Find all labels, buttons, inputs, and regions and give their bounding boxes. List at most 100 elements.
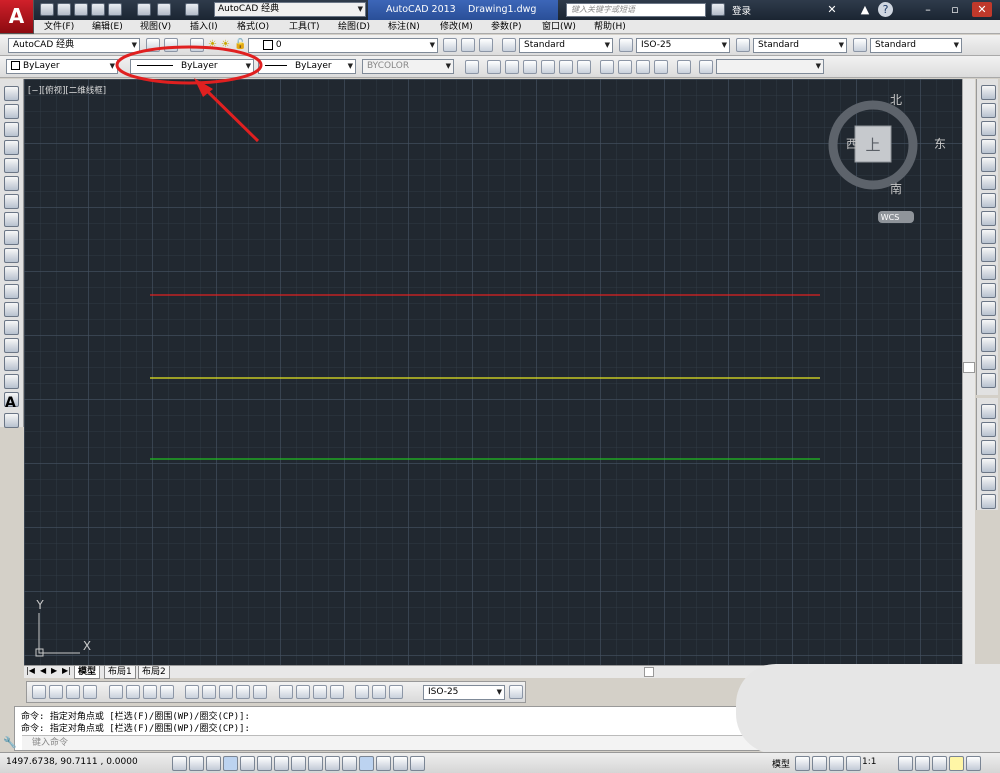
tab-model[interactable]: 模型 [74, 666, 101, 679]
lineweight-toggle-icon[interactable] [342, 756, 357, 771]
quick-view-layouts-icon[interactable] [795, 756, 810, 771]
radius-dim-icon[interactable] [109, 685, 123, 699]
make-block-icon[interactable] [4, 302, 19, 317]
object-snap-tracking-icon[interactable] [291, 756, 306, 771]
wrench-icon[interactable]: 🔧 [3, 736, 17, 749]
circle-icon[interactable] [4, 194, 19, 209]
dim-update-icon[interactable] [389, 685, 403, 699]
gradient-icon[interactable] [4, 356, 19, 371]
snap-mode-icon[interactable] [189, 756, 204, 771]
fillet-icon[interactable] [981, 355, 996, 370]
tab-layout2[interactable]: 布局2 [138, 666, 170, 679]
dim-style-manager-icon[interactable] [509, 685, 523, 699]
quick-properties-icon[interactable] [376, 756, 391, 771]
join-icon[interactable] [981, 319, 996, 334]
send-under-icon[interactable] [981, 458, 996, 473]
copy-icon[interactable] [981, 103, 996, 118]
mirror-icon[interactable] [981, 121, 996, 136]
isolate-objects-icon[interactable] [949, 756, 964, 771]
grid-display-icon[interactable] [206, 756, 221, 771]
tab-nav-last-icon[interactable]: ▶| [62, 666, 71, 675]
3d-object-snap-icon[interactable] [274, 756, 289, 771]
extend-icon[interactable] [981, 265, 996, 280]
bring-above-icon[interactable] [981, 440, 996, 455]
hatch-icon[interactable] [4, 338, 19, 353]
model-space-label[interactable]: 模型 [772, 757, 790, 770]
vertical-scroll-thumb[interactable] [963, 362, 975, 373]
ordinate-dim-icon[interactable] [83, 685, 97, 699]
tab-nav-next-icon[interactable]: ▶ [51, 666, 57, 675]
viewcube-south[interactable]: 南 [890, 181, 902, 196]
annotation-monitor-icon[interactable] [410, 756, 425, 771]
vertical-scrollbar[interactable] [962, 79, 975, 665]
array-icon[interactable] [981, 157, 996, 172]
polar-tracking-icon[interactable] [240, 756, 255, 771]
hatch-to-back-icon[interactable] [981, 494, 996, 509]
multiline-text-icon[interactable]: A [5, 395, 16, 411]
spline-icon[interactable] [4, 230, 19, 245]
dim-break-icon[interactable] [253, 685, 267, 699]
tab-nav-first-icon[interactable]: |◀ [26, 666, 35, 675]
ortho-mode-icon[interactable] [223, 756, 238, 771]
continue-dim-icon[interactable] [219, 685, 233, 699]
chamfer-icon[interactable] [981, 337, 996, 352]
hardware-acceleration-icon[interactable] [932, 756, 947, 771]
linear-dim-icon[interactable] [32, 685, 46, 699]
toolbar-lock-icon[interactable] [915, 756, 930, 771]
rotate-icon[interactable] [981, 193, 996, 208]
add-selected-icon[interactable] [4, 413, 19, 428]
erase-icon[interactable] [981, 85, 996, 100]
quick-view-drawings-icon[interactable] [812, 756, 827, 771]
trim-icon[interactable] [981, 247, 996, 262]
cursor-coordinates[interactable]: 1497.6738, 90.7111 , 0.0000 [6, 757, 138, 767]
inspect-icon[interactable] [313, 685, 327, 699]
arc-length-dim-icon[interactable] [66, 685, 80, 699]
stretch-icon[interactable] [981, 229, 996, 244]
diameter-dim-icon[interactable] [143, 685, 157, 699]
region-icon[interactable] [4, 374, 19, 389]
dynamic-input-icon[interactable] [325, 756, 340, 771]
bring-to-front-icon[interactable] [981, 404, 996, 419]
baseline-dim-icon[interactable] [202, 685, 216, 699]
aligned-dim-icon[interactable] [49, 685, 63, 699]
dim-edit-icon[interactable] [355, 685, 369, 699]
text-to-front-icon[interactable] [981, 476, 996, 491]
center-mark-icon[interactable] [296, 685, 310, 699]
ellipse-icon[interactable] [4, 248, 19, 263]
tab-layout1[interactable]: 布局1 [104, 666, 136, 679]
object-snap-icon[interactable] [257, 756, 272, 771]
command-input[interactable]: 键入命令 [22, 735, 762, 750]
revision-cloud-icon[interactable] [4, 212, 19, 227]
offset-icon[interactable] [981, 139, 996, 154]
gear-icon[interactable] [898, 756, 913, 771]
infer-constraints-icon[interactable] [172, 756, 187, 771]
dim-text-edit-icon[interactable] [372, 685, 386, 699]
dim-space-icon[interactable] [236, 685, 250, 699]
tolerance-icon[interactable] [279, 685, 293, 699]
break-icon[interactable] [981, 301, 996, 316]
move-icon[interactable] [981, 175, 996, 190]
insert-block-icon[interactable] [4, 284, 19, 299]
quick-dim-icon[interactable] [185, 685, 199, 699]
angular-dim-icon[interactable] [160, 685, 174, 699]
clean-screen-icon[interactable] [966, 756, 981, 771]
autocad-logo-icon[interactable]: A [0, 0, 34, 34]
arc-icon[interactable] [4, 176, 19, 191]
dynamic-ucs-icon[interactable] [308, 756, 323, 771]
zoom-realtime-icon[interactable] [846, 756, 861, 771]
point-icon[interactable] [4, 320, 19, 335]
dim-style-combo-bottom[interactable]: ISO-25 [423, 685, 505, 700]
scale-icon[interactable] [981, 211, 996, 226]
rectangle-icon[interactable] [4, 158, 19, 173]
drawing-canvas[interactable]: [−][俯视][二维线框] 上 北 南 西 东 WCS Y X [24, 79, 962, 665]
horizontal-scroll-left[interactable] [644, 667, 654, 677]
send-to-back-icon[interactable] [981, 422, 996, 437]
jogged-dim-icon[interactable] [126, 685, 140, 699]
jogged-linear-icon[interactable] [330, 685, 344, 699]
blend-curves-icon[interactable] [981, 373, 996, 388]
ellipse-arc-icon[interactable] [4, 266, 19, 281]
pan-icon[interactable] [829, 756, 844, 771]
selection-cycling-icon[interactable] [393, 756, 408, 771]
transparency-icon[interactable] [359, 756, 374, 771]
break-at-point-icon[interactable] [981, 283, 996, 298]
